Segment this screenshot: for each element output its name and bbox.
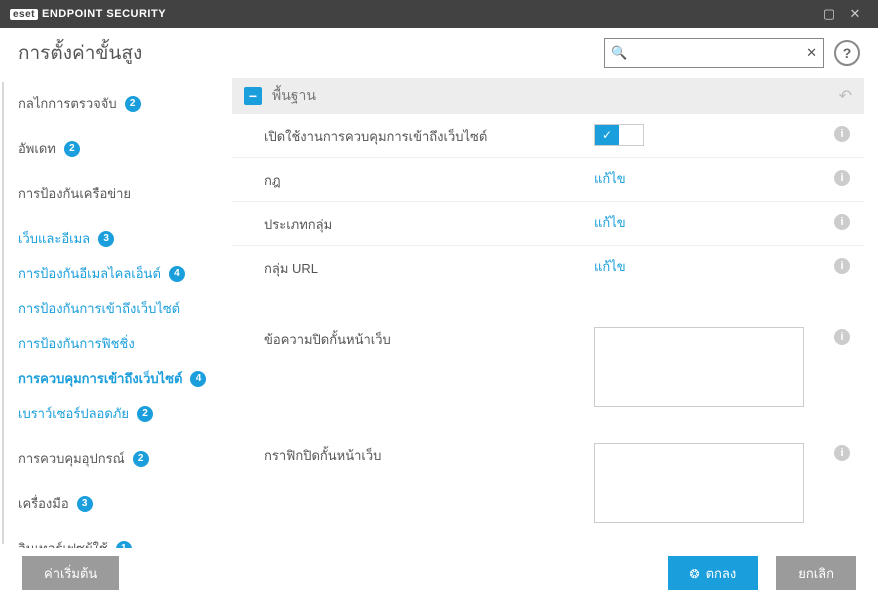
search-box[interactable]: 🔍 ✕ bbox=[604, 38, 824, 68]
sidebar-item-label: เครื่องมือ bbox=[18, 493, 69, 514]
sidebar-badge: 4 bbox=[190, 371, 206, 387]
info-icon[interactable]: i bbox=[834, 170, 850, 186]
setting-label: เปิดใช้งานการควบคุมการเข้าถึงเว็บไซต์ bbox=[264, 124, 594, 147]
top-bar: การตั้งค่าขั้นสูง 🔍 ✕ ? bbox=[0, 28, 878, 78]
ok-label: ตกลง bbox=[706, 563, 737, 584]
textarea-label: ข้อความปิดกั้นหน้าเว็บ bbox=[264, 327, 594, 350]
toggle-switch[interactable]: ✓ bbox=[594, 124, 644, 146]
textarea-row-0: ข้อความปิดกั้นหน้าเว็บ i bbox=[232, 309, 864, 425]
sidebar: กลไกการตรวจจับ 2 อัพเดท 2 การป้องกันเครือข่า… bbox=[0, 78, 232, 548]
textarea-row-1: กราฟิกปิดกั้นหน้าเว็บ i bbox=[232, 425, 864, 541]
sidebar-item-label: การป้องกันอีเมลไคลเอ็นต์ bbox=[18, 263, 161, 284]
sidebar-item-4[interactable]: การป้องกันอีเมลไคลเอ็นต์ 4 bbox=[18, 256, 232, 291]
page-title: การตั้งค่าขั้นสูง bbox=[18, 38, 604, 68]
setting-row-0: เปิดใช้งานการควบคุมการเข้าถึงเว็บไซต์✓ i bbox=[232, 114, 864, 158]
check-icon: ✓ bbox=[595, 125, 619, 145]
window-maximize-icon[interactable]: ▢ bbox=[816, 4, 842, 24]
textarea-label: กราฟิกปิดกั้นหน้าเว็บ bbox=[264, 443, 594, 466]
brand-prefix: eset bbox=[10, 9, 38, 20]
edit-link[interactable]: แก้ไข bbox=[594, 215, 626, 230]
setting-row-1: กฎแก้ไข i bbox=[232, 158, 864, 202]
textarea-input[interactable] bbox=[594, 327, 804, 407]
footer: ค่าเริ่มต้น ตกลง ยกเลิก bbox=[0, 548, 878, 598]
ok-button[interactable]: ตกลง bbox=[668, 556, 759, 590]
textarea-input[interactable] bbox=[594, 443, 804, 523]
sidebar-item-label: กลไกการตรวจจับ bbox=[18, 93, 117, 114]
sidebar-item-label: เบราว์เซอร์ปลอดภัย bbox=[18, 403, 129, 424]
sidebar-item-label: อัพเดท bbox=[18, 138, 56, 159]
sidebar-item-0[interactable]: กลไกการตรวจจับ 2 bbox=[18, 86, 232, 121]
sidebar-item-label: การป้องกันการเข้าถึงเว็บไซต์ bbox=[18, 298, 180, 319]
sidebar-badge: 2 bbox=[137, 406, 153, 422]
sidebar-badge: 1 bbox=[116, 541, 132, 549]
info-icon[interactable]: i bbox=[834, 258, 850, 274]
setting-row-2: ประเภทกลุ่มแก้ไข i bbox=[232, 202, 864, 246]
sidebar-item-6[interactable]: การป้องกันการฟิชชิ่ง bbox=[18, 326, 232, 361]
collapse-icon[interactable]: − bbox=[244, 87, 262, 105]
default-button[interactable]: ค่าเริ่มต้น bbox=[22, 556, 119, 590]
help-button[interactable]: ? bbox=[834, 40, 860, 66]
info-icon[interactable]: i bbox=[834, 126, 850, 142]
sidebar-badge: 3 bbox=[77, 496, 93, 512]
sidebar-badge: 2 bbox=[125, 96, 141, 112]
sidebar-item-1[interactable]: อัพเดท 2 bbox=[18, 131, 232, 166]
sidebar-item-10[interactable]: เครื่องมือ 3 bbox=[18, 486, 232, 521]
search-input[interactable] bbox=[631, 46, 806, 60]
edit-link[interactable]: แก้ไข bbox=[594, 259, 626, 274]
sidebar-item-label: การควบคุมอุปกรณ์ bbox=[18, 448, 125, 469]
title-bar: eset ENDPOINT SECURITY ▢ ✕ bbox=[0, 0, 878, 28]
info-icon[interactable]: i bbox=[834, 445, 850, 461]
sidebar-item-3[interactable]: เว็บและอีเมล 3 bbox=[18, 221, 232, 256]
search-clear-icon[interactable]: ✕ bbox=[806, 45, 817, 61]
section-title: พื้นฐาน bbox=[272, 85, 839, 107]
sidebar-item-label: เว็บและอีเมล bbox=[18, 228, 90, 249]
sidebar-badge: 3 bbox=[98, 231, 114, 247]
sidebar-badge: 2 bbox=[64, 141, 80, 157]
setting-label: กฎ bbox=[264, 168, 594, 191]
gear-icon bbox=[690, 566, 700, 581]
sidebar-item-8[interactable]: เบราว์เซอร์ปลอดภัย 2 bbox=[18, 396, 232, 431]
cancel-button[interactable]: ยกเลิก bbox=[776, 556, 856, 590]
sidebar-item-7[interactable]: การควบคุมการเข้าถึงเว็บไซต์ 4 bbox=[18, 361, 232, 396]
sidebar-item-11[interactable]: อินเทอร์เฟซผู้ใช้ 1 bbox=[18, 531, 232, 548]
section-header: − พื้นฐาน ↶ bbox=[232, 78, 864, 114]
sidebar-item-label: อินเทอร์เฟซผู้ใช้ bbox=[18, 538, 108, 548]
setting-row-3: กลุ่ม URLแก้ไข i bbox=[232, 246, 864, 289]
setting-label: กลุ่ม URL bbox=[264, 256, 594, 279]
search-icon: 🔍 bbox=[611, 45, 627, 61]
sidebar-item-2[interactable]: การป้องกันเครือข่าย bbox=[18, 176, 232, 211]
sidebar-item-5[interactable]: การป้องกันการเข้าถึงเว็บไซต์ bbox=[18, 291, 232, 326]
setting-label: ประเภทกลุ่ม bbox=[264, 212, 594, 235]
window-close-icon[interactable]: ✕ bbox=[842, 4, 868, 24]
content-panel: − พื้นฐาน ↶ เปิดใช้งานการควบคุมการเข้าถึ… bbox=[232, 78, 878, 548]
sidebar-item-label: การป้องกันการฟิชชิ่ง bbox=[18, 333, 135, 354]
sidebar-item-9[interactable]: การควบคุมอุปกรณ์ 2 bbox=[18, 441, 232, 476]
sidebar-item-label: การควบคุมการเข้าถึงเว็บไซต์ bbox=[18, 368, 182, 389]
info-icon[interactable]: i bbox=[834, 214, 850, 230]
sidebar-item-label: การป้องกันเครือข่าย bbox=[18, 183, 131, 204]
info-icon[interactable]: i bbox=[834, 329, 850, 345]
undo-icon[interactable]: ↶ bbox=[839, 86, 852, 106]
sidebar-badge: 2 bbox=[133, 451, 149, 467]
brand-text: ENDPOINT SECURITY bbox=[42, 8, 166, 20]
sidebar-badge: 4 bbox=[169, 266, 185, 282]
app-brand: eset ENDPOINT SECURITY bbox=[10, 8, 166, 20]
edit-link[interactable]: แก้ไข bbox=[594, 171, 626, 186]
